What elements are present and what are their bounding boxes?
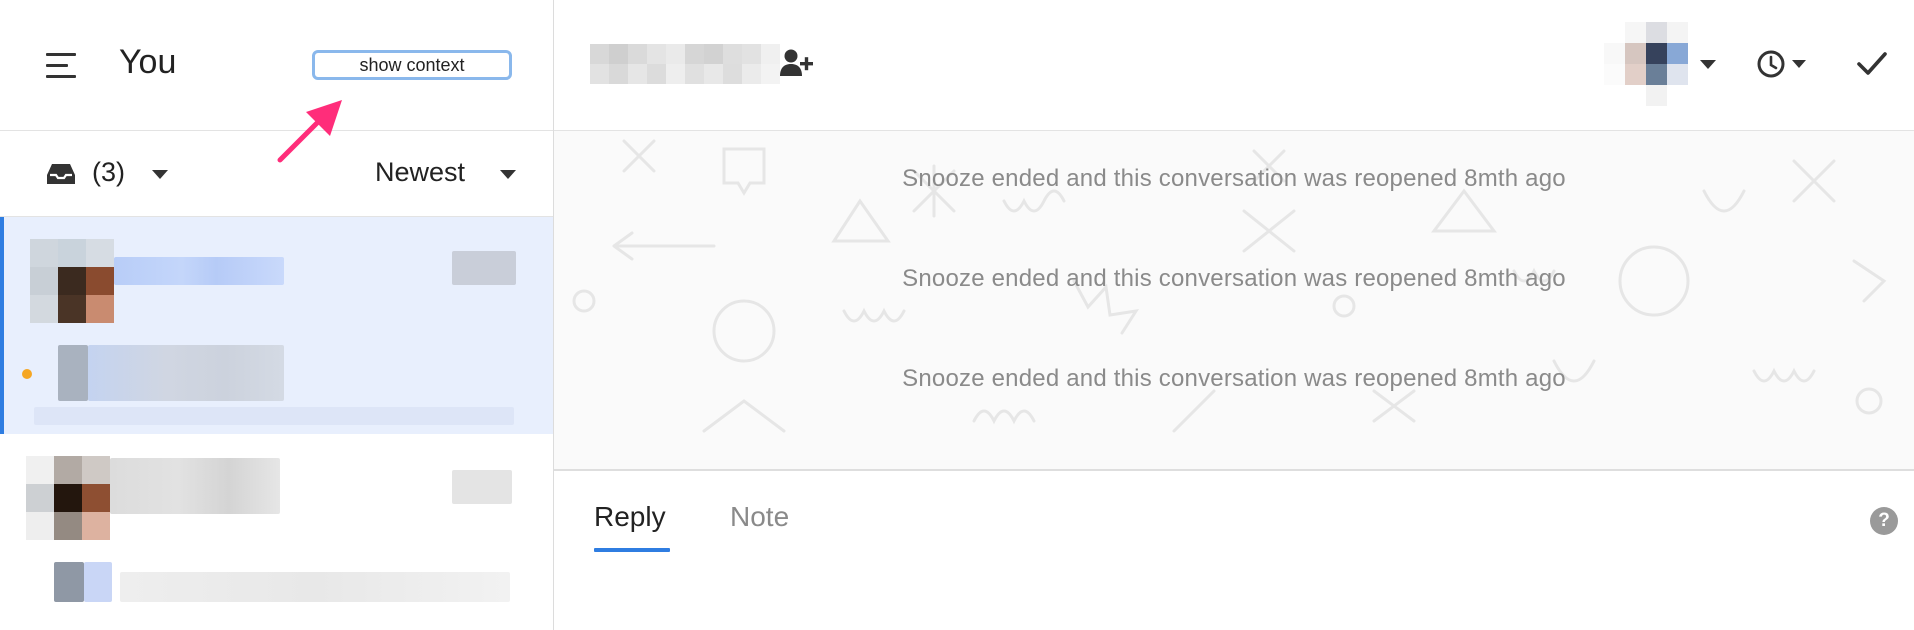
assignee-avatar[interactable] — [1604, 22, 1688, 106]
preview-avatar-redacted — [54, 562, 84, 602]
sender-name-redacted — [110, 458, 280, 514]
conversation-header — [554, 0, 1914, 131]
timestamp-redacted — [452, 251, 516, 285]
tab-note[interactable]: Note — [730, 501, 789, 533]
conversation-list-item[interactable] — [0, 434, 553, 630]
avatar — [30, 239, 114, 323]
inbox-count[interactable]: (3) — [92, 157, 125, 188]
preview-avatar-redacted — [84, 562, 112, 602]
inbox-tray-icon[interactable] — [46, 162, 76, 186]
sort-dropdown[interactable]: Newest — [375, 157, 465, 188]
inbox-header: You show context — [0, 0, 553, 163]
message-preview-redacted — [120, 572, 510, 602]
conversation-timeline: Snooze ended and this conversation was r… — [554, 131, 1914, 471]
show-context-button[interactable]: show context — [312, 50, 512, 80]
clock-icon[interactable] — [1756, 50, 1812, 80]
inbox-chevron-down-icon[interactable] — [152, 170, 168, 179]
checkmark-icon[interactable] — [1856, 50, 1888, 78]
sort-chevron-down-icon[interactable] — [500, 170, 516, 179]
timeline-event: Snooze ended and this conversation was r… — [902, 265, 1566, 292]
help-icon[interactable]: ? — [1870, 507, 1898, 535]
conversation-pane: Snooze ended and this conversation was r… — [554, 0, 1914, 630]
message-preview-redacted — [88, 345, 284, 401]
preview-avatar-redacted — [58, 345, 88, 401]
contact-name-redacted — [590, 44, 780, 84]
timestamp-redacted — [452, 470, 512, 504]
reply-composer: Reply Note ? — [554, 471, 1914, 630]
page-title: You — [119, 43, 177, 81]
hamburger-icon[interactable] — [46, 53, 76, 79]
tab-reply[interactable]: Reply — [594, 501, 666, 533]
unread-dot — [22, 369, 32, 379]
conversation-list-pane: You show context (3) Newest — [0, 0, 554, 630]
conversation-list-item-active[interactable] — [0, 217, 553, 434]
preview-line-redacted — [34, 407, 514, 425]
add-person-icon[interactable] — [780, 48, 814, 78]
sender-name-redacted — [114, 257, 284, 285]
conversation-list — [0, 217, 553, 630]
assignee-chevron-down-icon[interactable] — [1700, 60, 1716, 69]
timeline-event: Snooze ended and this conversation was r… — [902, 365, 1566, 392]
filter-bar: (3) Newest — [0, 131, 553, 217]
active-tab-underline — [594, 548, 670, 552]
avatar — [26, 456, 110, 540]
timeline-event: Snooze ended and this conversation was r… — [902, 165, 1566, 192]
